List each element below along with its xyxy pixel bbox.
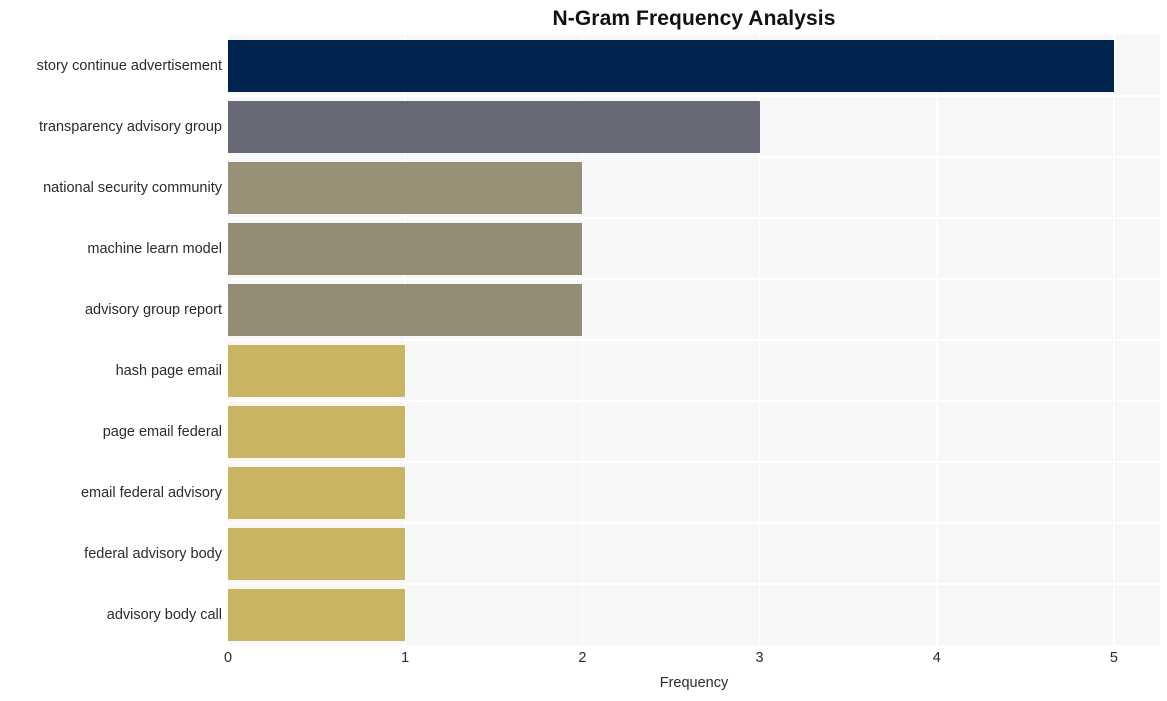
bar[interactable] [228, 39, 1114, 92]
gridline-horizontal [228, 522, 1160, 524]
bar[interactable] [228, 161, 583, 214]
x-axis-tick-label: 5 [1109, 650, 1118, 666]
y-axis-tick-label: federal advisory body [84, 545, 222, 562]
x-axis-label: Frequency [659, 675, 729, 691]
y-axis-tick-label: national security community [43, 179, 222, 196]
gridline-horizontal [228, 217, 1160, 219]
x-axis-tick-label: 4 [932, 650, 941, 666]
y-axis-tick-label: machine learn model [87, 240, 222, 257]
bar[interactable] [228, 100, 760, 153]
gridline-horizontal [228, 95, 1160, 97]
gridline-horizontal [228, 156, 1160, 158]
x-axis-tick-label: 1 [401, 650, 410, 666]
bar[interactable] [228, 466, 406, 519]
y-axis-tick-label: hash page email [115, 362, 222, 379]
y-axis-tick-labels: story continue advertisement transparency… [0, 35, 222, 645]
chart-title: N-Gram Frequency Analysis [552, 7, 836, 30]
y-axis-tick-label: advisory group report [84, 301, 222, 318]
y-axis-tick-label: transparency advisory group [39, 118, 222, 135]
gridline-horizontal [228, 339, 1160, 341]
gridline-horizontal [228, 461, 1160, 463]
y-axis-tick-label: advisory body call [106, 606, 222, 623]
gridline-horizontal [228, 400, 1160, 402]
bar[interactable] [228, 405, 406, 458]
y-axis-tick-label: email federal advisory [80, 484, 222, 501]
y-axis-tick-label: story continue advertisement [36, 57, 222, 74]
x-axis-tick-label: 0 [223, 650, 233, 666]
gridline-horizontal [228, 278, 1160, 280]
x-axis-tick-labels: 0 1 2 3 4 5 [224, 649, 1160, 671]
y-axis-tick-label: page email federal [102, 423, 222, 440]
bar[interactable] [228, 283, 583, 336]
x-axis-tick-label: 3 [755, 650, 764, 666]
bar[interactable] [228, 344, 406, 397]
x-axis-tick-label: 2 [578, 650, 587, 666]
bar[interactable] [228, 527, 406, 580]
gridline-horizontal [228, 583, 1160, 585]
bar[interactable] [228, 222, 583, 275]
plot-area [228, 35, 1160, 645]
bar[interactable] [228, 588, 406, 641]
chart-figure: N-Gram Frequency Analysis story continue… [0, 0, 1167, 701]
